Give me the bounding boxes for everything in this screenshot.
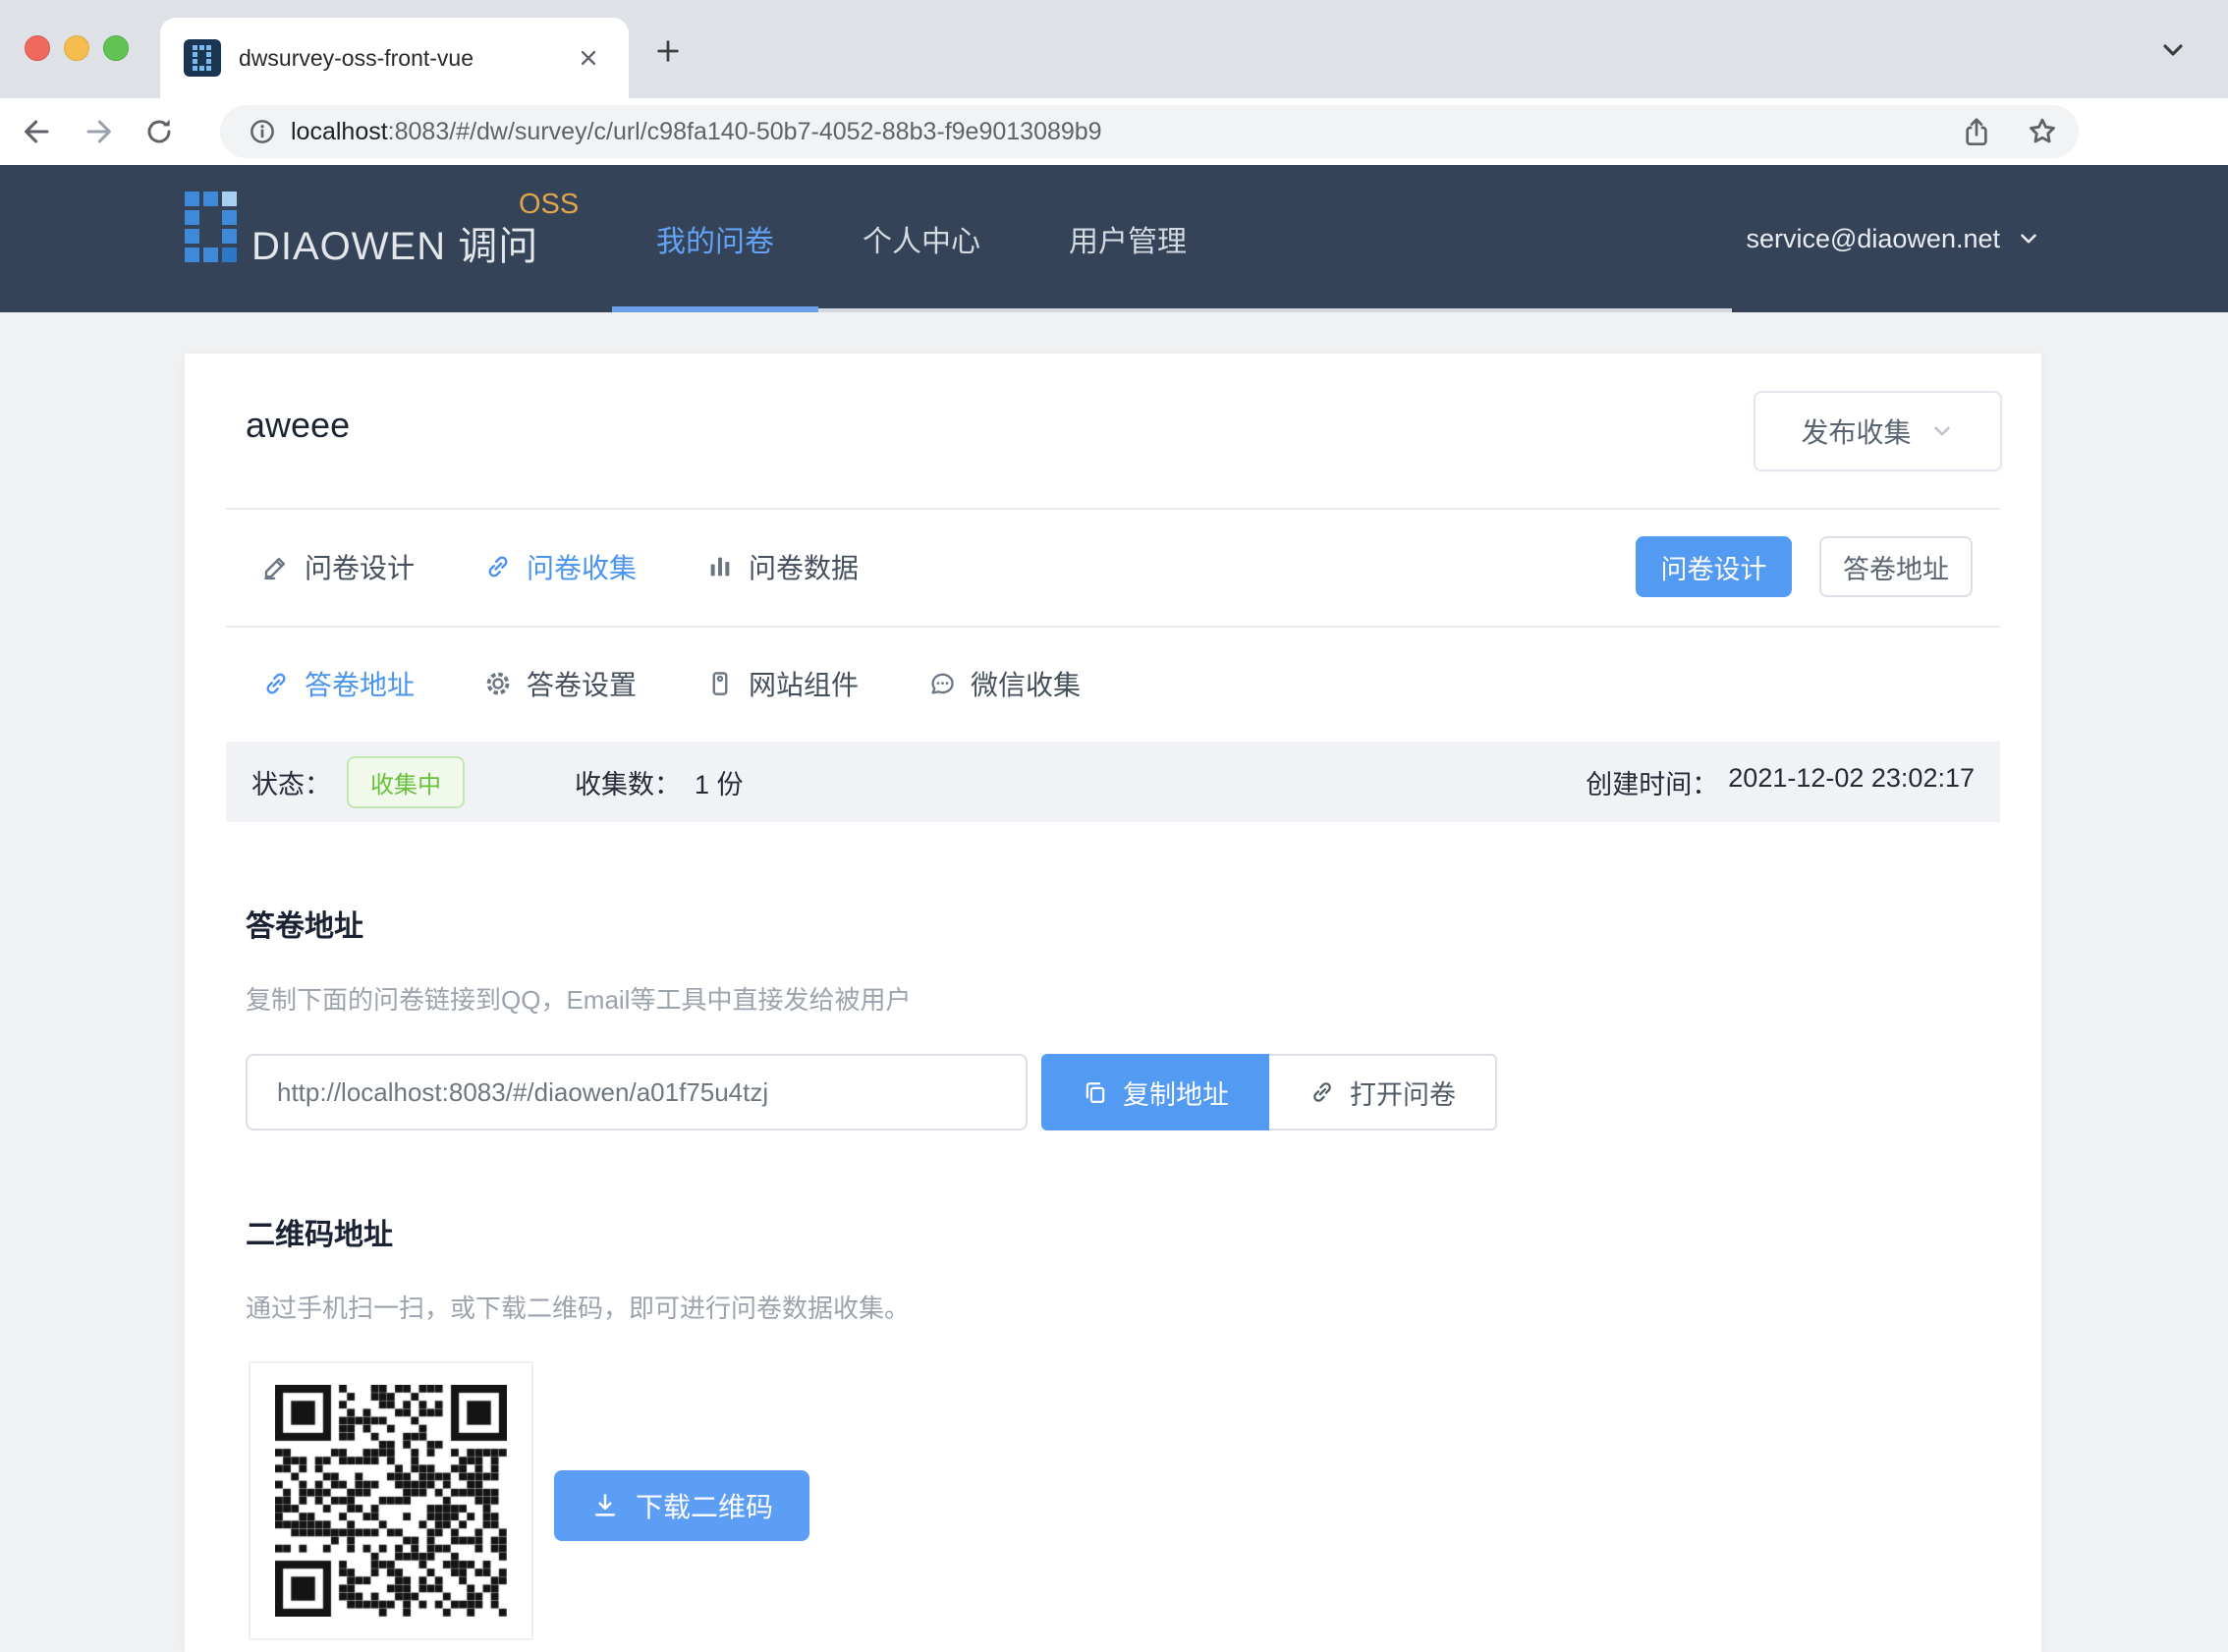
answer-address-button[interactable]: 答卷地址	[1819, 536, 1973, 597]
tab-label: 问卷设计	[305, 547, 415, 586]
screen: dwsurvey-oss-front-vue localhost:8083/#/…	[0, 0, 2228, 1652]
nav-item-user-management[interactable]: 用户管理	[1025, 165, 1231, 312]
created-label: 创建时间：	[1586, 763, 1718, 801]
tab-search-chevron-icon[interactable]	[2153, 33, 2193, 67]
status-badge: 收集中	[347, 756, 465, 808]
collect-subtabs: 答卷地址 答卷设置 网站组件 微信收集	[261, 626, 1081, 742]
survey-design-button[interactable]: 问卷设计	[1636, 536, 1792, 597]
survey-card: aweee 发布收集 问卷设计 问卷收集 问卷数据	[185, 354, 2041, 1652]
chevron-down-icon	[1929, 418, 1955, 444]
download-icon	[590, 1491, 620, 1520]
bookmark-star-icon[interactable]	[2026, 115, 2059, 148]
created-value: 2021-12-02 23:02:17	[1728, 763, 1975, 801]
gear-icon	[483, 669, 513, 698]
subtab-label: 答卷设置	[527, 664, 637, 703]
tab-title: dwsurvey-oss-front-vue	[239, 45, 572, 72]
back-icon[interactable]	[14, 108, 61, 155]
url-path: :8083/#/dw/survey/c/url/c98fa140-50b7-40…	[388, 118, 1102, 145]
browser-tab[interactable]: dwsurvey-oss-front-vue	[160, 18, 629, 98]
count-value: 1 份	[695, 763, 744, 801]
tab-label: 问卷数据	[749, 547, 859, 586]
subtab-label: 网站组件	[749, 664, 859, 703]
qrcode-description: 通过手机扫一扫，或下载二维码，即可进行问卷数据收集。	[246, 1289, 910, 1325]
address-bar[interactable]: localhost:8083/#/dw/survey/c/url/c98fa14…	[220, 105, 2079, 158]
pencil-icon	[261, 552, 291, 581]
browser-toolbar: localhost:8083/#/dw/survey/c/url/c98fa14…	[0, 98, 2228, 165]
tab-survey-data[interactable]: 问卷数据	[705, 547, 859, 586]
subtab-wechat-collect[interactable]: 微信收集	[927, 664, 1081, 703]
account-email: service@diaowen.net	[1746, 224, 2000, 254]
tab-close-icon[interactable]	[572, 41, 605, 75]
nav-item-my-surveys[interactable]: 我的问卷	[612, 165, 818, 312]
diaowen-logo	[185, 192, 233, 262]
subtab-site-widget[interactable]: 网站组件	[705, 664, 859, 703]
open-survey-button[interactable]: 打开问卷	[1269, 1054, 1497, 1130]
open-link-icon	[1309, 1078, 1336, 1106]
app-header: DIAOWEN 调问 OSS 我的问卷 个人中心 用户管理 service@di…	[0, 165, 2228, 312]
tab-label: 问卷收集	[527, 547, 637, 586]
publish-collect-dropdown[interactable]: 发布收集	[1754, 391, 2002, 471]
copy-address-button[interactable]: 复制地址	[1041, 1054, 1269, 1130]
copy-address-label: 复制地址	[1123, 1074, 1229, 1112]
chevron-down-icon	[2016, 226, 2041, 251]
reload-icon[interactable]	[136, 108, 183, 155]
publish-collect-label: 发布收集	[1801, 412, 1911, 451]
header-actions: 问卷设计 答卷地址	[1636, 536, 1973, 597]
link-icon	[261, 669, 291, 698]
bar-chart-icon	[705, 552, 735, 581]
window-close-button[interactable]	[25, 35, 50, 61]
answer-link-row: 复制地址 打开问卷	[246, 1054, 1497, 1130]
survey-url-input[interactable]	[246, 1054, 1028, 1130]
subtab-label: 微信收集	[971, 664, 1081, 703]
forward-icon[interactable]	[75, 108, 122, 155]
answer-address-heading: 答卷地址	[246, 902, 363, 945]
main-nav: 我的问卷 个人中心 用户管理	[612, 165, 1231, 312]
favicon	[184, 39, 221, 77]
window-zoom-button[interactable]	[103, 35, 129, 61]
account-menu[interactable]: service@diaowen.net	[1746, 165, 2041, 312]
qr-code	[275, 1385, 507, 1617]
tab-survey-collect[interactable]: 问卷收集	[483, 547, 637, 586]
download-qrcode-label: 下载二维码	[636, 1486, 773, 1525]
tab-survey-design[interactable]: 问卷设计	[261, 547, 415, 586]
answer-address-description: 复制下面的问卷链接到QQ，Email等工具中直接发给被用户	[246, 980, 911, 1017]
qr-code-box	[249, 1361, 533, 1640]
tag-icon	[705, 669, 735, 698]
subtab-answer-settings[interactable]: 答卷设置	[483, 664, 637, 703]
brand-name: DIAOWEN 调问	[251, 214, 538, 271]
brand-badge-oss: OSS	[519, 189, 579, 221]
status-bar: 状态： 收集中 收集数： 1 份 创建时间： 2021-12-02 23:02:…	[226, 742, 2000, 822]
window-minimize-button[interactable]	[64, 35, 89, 61]
share-icon[interactable]	[1961, 116, 1992, 147]
url-host: localhost	[291, 118, 388, 145]
link-icon	[483, 552, 513, 581]
copy-icon	[1082, 1078, 1109, 1106]
qrcode-heading: 二维码地址	[246, 1210, 393, 1253]
subtab-answer-address[interactable]: 答卷地址	[261, 664, 415, 703]
url-text: localhost:8083/#/dw/survey/c/url/c98fa14…	[291, 118, 1941, 146]
chat-icon	[927, 669, 957, 698]
site-info-icon[interactable]	[248, 117, 277, 146]
subtab-label: 答卷地址	[305, 664, 415, 703]
browser-tab-strip: dwsurvey-oss-front-vue	[0, 0, 2228, 98]
nav-item-personal-center[interactable]: 个人中心	[818, 165, 1025, 312]
download-qrcode-button[interactable]: 下载二维码	[554, 1470, 809, 1541]
count-label: 收集数：	[575, 763, 681, 801]
status-label: 状态：	[251, 763, 331, 801]
survey-tabs: 问卷设计 问卷收集 问卷数据	[261, 508, 859, 626]
page-background: aweee 发布收集 问卷设计 问卷收集 问卷数据	[0, 312, 2228, 1652]
open-survey-label: 打开问卷	[1350, 1074, 1456, 1112]
new-tab-button[interactable]	[646, 29, 690, 73]
survey-title: aweee	[246, 405, 350, 446]
